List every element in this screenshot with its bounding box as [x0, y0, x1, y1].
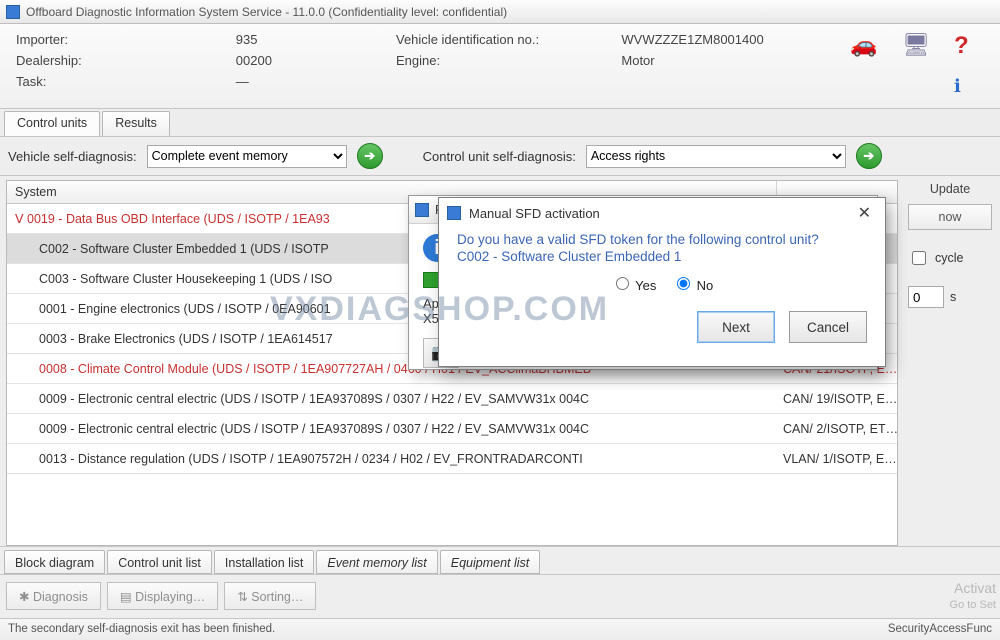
radio-no[interactable]: No: [672, 278, 713, 293]
cycle-value-input[interactable]: [908, 286, 944, 308]
tab-results[interactable]: Results: [102, 111, 170, 136]
update-now-button[interactable]: now: [908, 204, 992, 230]
sorting-button[interactable]: ⇅ Sorting…: [224, 582, 316, 610]
table-row[interactable]: 0009 - Electronic central electric (UDS …: [7, 414, 897, 444]
vehicle-self-diagnosis-select[interactable]: Complete event memory: [147, 145, 347, 168]
row-tail: CAN/ 19/ISOTP, E…: [777, 392, 897, 406]
window-title: Offboard Diagnostic Information System S…: [26, 5, 507, 19]
dialog-title: Manual SFD activation: [469, 206, 600, 221]
bottom-tabs: Block diagram Control unit list Installa…: [0, 546, 1000, 574]
cu-self-diagnosis-select[interactable]: Access rights: [586, 145, 846, 168]
title-bar: Offboard Diagnostic Information System S…: [0, 0, 1000, 24]
engine-value: Motor: [621, 53, 816, 68]
row-tail: VLAN/ 1/ISOTP, E…: [777, 452, 897, 466]
manual-sfd-dialog: Manual SFD activation ✕ Do you have a va…: [438, 197, 886, 367]
diagnosis-button[interactable]: ✱ Diagnosis: [6, 582, 101, 610]
btab-event-memory-list[interactable]: Event memory list: [316, 550, 437, 574]
dialog-question: Do you have a valid SFD token for the fo…: [457, 232, 867, 247]
btab-equipment-list[interactable]: Equipment list: [440, 550, 541, 574]
bg-dialog-app-icon: [415, 203, 429, 217]
activate-windows-hint: ActivatGo to Set: [950, 581, 996, 612]
status-right: SecurityAccessFunc: [888, 623, 992, 635]
row-tail: CAN/ 2/ISOTP, ET…: [777, 422, 897, 436]
btab-block-diagram[interactable]: Block diagram: [4, 550, 105, 574]
header-panel: Importer: 935 Dealership: 00200 Task: — …: [0, 24, 1000, 109]
status-left: The secondary self-diagnosis exit has be…: [8, 623, 275, 635]
vehicle-icon[interactable]: 🚗: [850, 32, 880, 54]
btab-installation-list[interactable]: Installation list: [214, 550, 315, 574]
vin-value: WVWZZZE1ZM8001400: [621, 32, 816, 47]
server-icon[interactable]: 🖥: [902, 32, 932, 54]
tab-control-units[interactable]: Control units: [4, 111, 100, 136]
status-bar: The secondary self-diagnosis exit has be…: [0, 618, 1000, 640]
dialog-app-icon: [447, 206, 461, 220]
importer-value: 935: [236, 32, 396, 47]
vehicle-self-diagnosis-label: Vehicle self-diagnosis:: [8, 149, 137, 164]
cycle-checkbox[interactable]: [912, 251, 926, 265]
dealership-value: 00200: [236, 53, 396, 68]
diagnosis-toolbar: Vehicle self-diagnosis: Complete event m…: [0, 137, 1000, 176]
info-icon[interactable]: ℹ: [954, 76, 984, 98]
btab-control-unit-list[interactable]: Control unit list: [107, 550, 212, 574]
help-icon[interactable]: ?: [954, 32, 984, 54]
importer-label: Importer:: [16, 32, 206, 47]
footer-buttons: ✱ Diagnosis ▤ Displaying… ⇅ Sorting… Act…: [0, 574, 1000, 618]
close-icon[interactable]: ✕: [852, 203, 877, 223]
table-row[interactable]: 0009 - Electronic central electric (UDS …: [7, 384, 897, 414]
update-label: Update: [908, 182, 992, 196]
row-system: 0009 - Electronic central electric (UDS …: [7, 392, 777, 406]
row-system: 0009 - Electronic central electric (UDS …: [7, 422, 777, 436]
task-value: —: [236, 74, 396, 89]
dialog-cu-name: C002 - Software Cluster Embedded 1: [457, 249, 867, 264]
main-tabs: Control units Results: [0, 109, 1000, 137]
task-label: Task:: [16, 74, 206, 89]
displaying-button[interactable]: ▤ Displaying…: [107, 582, 218, 610]
side-panel: Update now cycle s: [904, 176, 1000, 546]
cycle-label: cycle: [935, 251, 963, 265]
next-button[interactable]: Next: [697, 311, 775, 343]
dealership-label: Dealership:: [16, 53, 206, 68]
engine-label: Engine:: [396, 53, 591, 68]
cu-self-diagnosis-label: Control unit self-diagnosis:: [423, 149, 576, 164]
vehicle-go-button[interactable]: ➔: [357, 143, 383, 169]
radio-yes[interactable]: Yes: [611, 278, 657, 293]
table-row[interactable]: 0013 - Distance regulation (UDS / ISOTP …: [7, 444, 897, 474]
vin-label: Vehicle identification no.:: [396, 32, 591, 47]
cu-go-button[interactable]: ➔: [856, 143, 882, 169]
cycle-seconds-suffix: s: [950, 290, 956, 304]
cancel-button[interactable]: Cancel: [789, 311, 867, 343]
row-system: 0013 - Distance regulation (UDS / ISOTP …: [7, 452, 777, 466]
app-icon: [6, 5, 20, 19]
